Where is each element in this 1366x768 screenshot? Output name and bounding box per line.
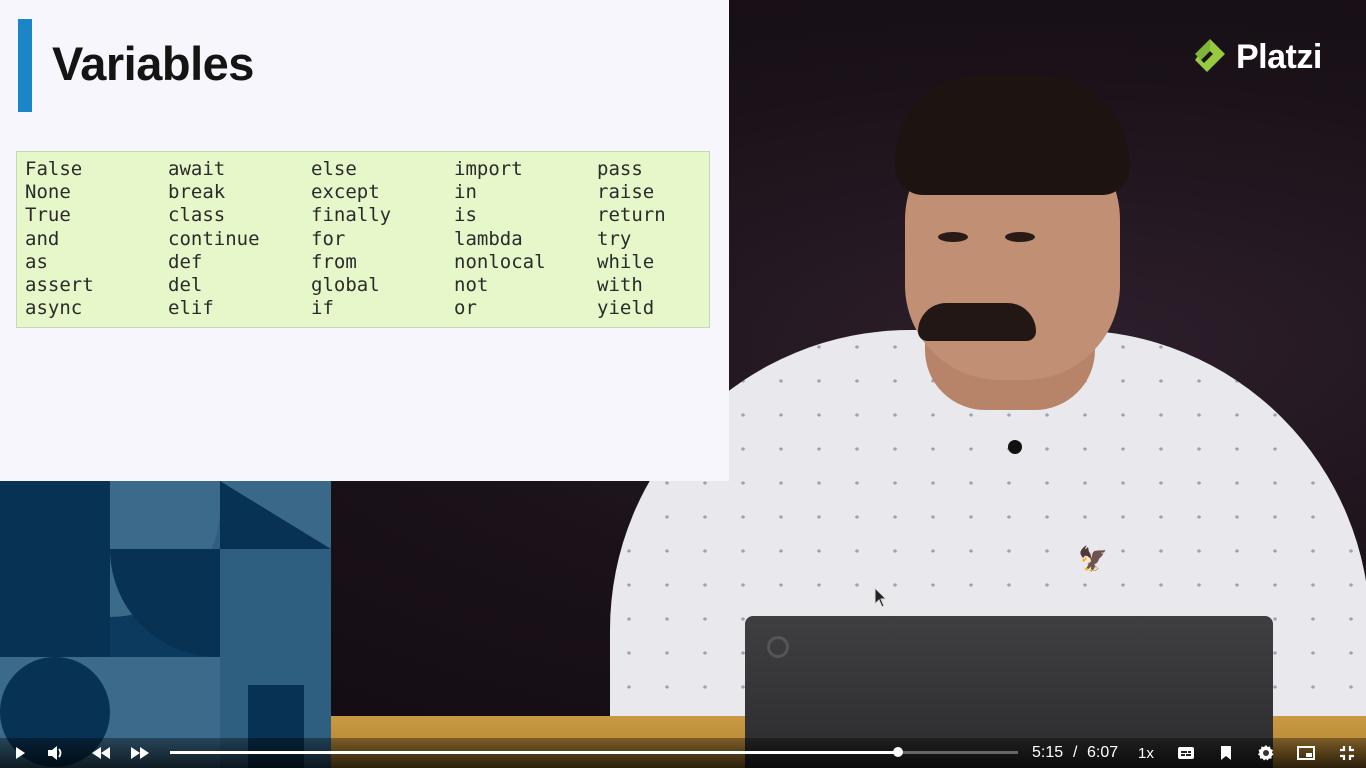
keyword-cell: while <box>597 250 655 273</box>
keyword-column: import in is lambda nonlocal not or <box>454 158 546 320</box>
current-time: 5:15 <box>1032 744 1064 761</box>
platzi-logo-mark <box>1195 39 1225 72</box>
keyword-cell: global <box>311 274 380 297</box>
duration: 6:07 <box>1087 744 1119 761</box>
fast-forward-button[interactable] <box>127 738 153 768</box>
keyword-cell: with <box>597 274 643 297</box>
keyword-cell: if <box>311 297 334 320</box>
keyword-cell: try <box>597 227 632 250</box>
settings-button[interactable] <box>1255 738 1277 768</box>
platzi-logo-text: Platzi <box>1236 37 1322 76</box>
presenter-hair <box>895 75 1130 195</box>
platzi-logo: Platzi <box>1190 34 1322 80</box>
slide-accent-bar <box>18 19 32 112</box>
keyword-cell: elif <box>168 297 214 320</box>
keyword-cell: True <box>25 204 71 227</box>
keyword-cell: lambda <box>454 227 523 250</box>
keyword-cell: finally <box>311 204 392 227</box>
keyword-cell: nonlocal <box>454 250 546 273</box>
exit-fullscreen-icon <box>1340 746 1354 760</box>
captions-button[interactable] <box>1175 738 1197 768</box>
exit-fullscreen-button[interactable] <box>1336 738 1358 768</box>
progress-fill <box>170 751 898 754</box>
video-frame[interactable]: 🦅 Variables False None True and as assert asyn… <box>0 0 1366 768</box>
fast-forward-icon <box>131 747 149 759</box>
picture-in-picture-icon <box>1297 746 1315 760</box>
slide: Variables False None True and as assert async … <box>0 0 729 481</box>
keyword-cell: class <box>168 204 226 227</box>
keyword-cell: continue <box>168 227 260 250</box>
keyword-cell: del <box>168 274 203 297</box>
python-keywords-table: False None True and as assert async await break… <box>16 151 710 328</box>
captions-icon <box>1178 747 1194 759</box>
gear-icon <box>1258 745 1274 761</box>
keyword-cell: from <box>311 250 357 273</box>
keyword-cell: None <box>25 181 71 204</box>
volume-icon <box>48 746 62 760</box>
keyword-cell: break <box>168 181 226 204</box>
keyword-cell: in <box>454 181 477 204</box>
slide-title: Variables <box>52 37 254 90</box>
presenter-eye <box>938 232 968 242</box>
mouse-cursor-icon <box>874 587 888 608</box>
laptop-logo <box>767 636 789 658</box>
keyword-cell: except <box>311 181 380 204</box>
keyword-cell: await <box>168 158 226 180</box>
keyword-cell: pass <box>597 158 643 180</box>
presenter-mustache <box>918 303 1036 341</box>
decorative-pattern <box>0 481 331 768</box>
rewind-icon <box>92 747 110 759</box>
keyword-cell: not <box>454 274 489 297</box>
picture-in-picture-button[interactable] <box>1295 738 1317 768</box>
keyword-column: False None True and as assert async <box>25 158 94 320</box>
keyword-cell: is <box>454 204 477 227</box>
keyword-cell: False <box>25 158 83 180</box>
keyword-cell: else <box>311 158 357 180</box>
keyword-cell: or <box>454 297 477 320</box>
keyword-cell: async <box>25 297 83 320</box>
play-icon <box>16 747 25 759</box>
volume-button[interactable] <box>43 738 69 768</box>
lapel-mic <box>1008 440 1022 454</box>
keyword-cell: and <box>25 227 60 250</box>
presenter-eye <box>1005 232 1035 242</box>
progress-bar[interactable] <box>170 747 1018 757</box>
keyword-cell: def <box>168 250 203 273</box>
keyword-cell: assert <box>25 274 94 297</box>
time-separator: / <box>1073 744 1078 761</box>
play-button[interactable] <box>8 738 32 768</box>
playback-speed-button[interactable]: 1x <box>1138 745 1154 762</box>
progress-scrubber[interactable] <box>892 747 903 757</box>
keyword-cell: for <box>311 227 346 250</box>
keyword-column: else except finally for from global if <box>311 158 391 320</box>
rewind-button[interactable] <box>88 738 114 768</box>
keyword-cell: import <box>454 158 523 180</box>
keyword-cell: return <box>597 204 666 227</box>
keyword-cell: yield <box>597 297 655 320</box>
bookmark-button[interactable] <box>1215 738 1237 768</box>
bookmark-icon <box>1221 746 1231 760</box>
shirt-eagle-logo: 🦅 <box>1078 545 1108 573</box>
keyword-column: await break class continue def del elif <box>168 158 260 320</box>
keyword-cell: raise <box>597 181 655 204</box>
keyword-cell: as <box>25 250 48 273</box>
keyword-column: pass raise return try while with yield <box>597 158 666 320</box>
